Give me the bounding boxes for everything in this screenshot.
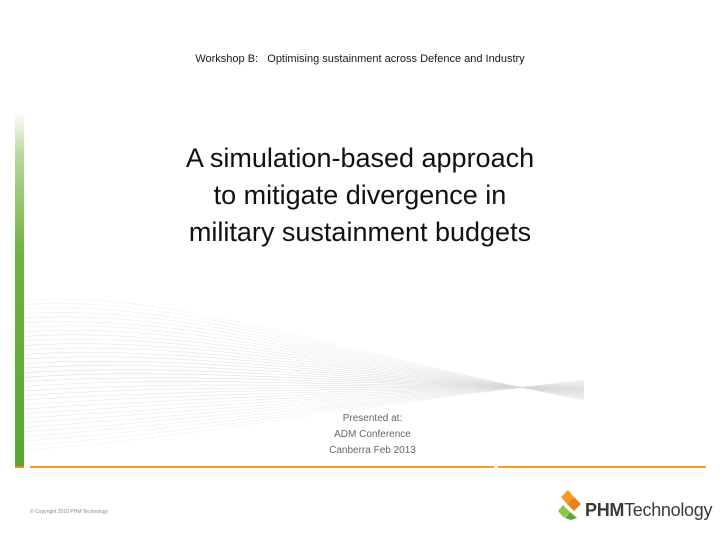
logo-wordmark-bold: PHM — [585, 500, 625, 520]
leaf-logo-icon — [558, 490, 581, 520]
location-date: Canberra Feb 2013 — [329, 445, 416, 456]
logo-wordmark: PHMTechnology — [585, 500, 712, 521]
orange-rule-right — [498, 466, 706, 468]
orange-rule-middle — [30, 466, 494, 468]
copyright-notice: © Copyright 2010 PHM Technology — [30, 509, 109, 515]
slide: Workshop B: Optimising sustainment acros… — [0, 0, 720, 540]
conference-name: ADM Conference — [334, 429, 411, 440]
title-line-1: A simulation-based approach — [185, 143, 535, 173]
title-line-2: to mitigate divergence in — [213, 180, 507, 210]
phm-technology-logo: PHMTechnology — [558, 484, 712, 524]
logo-wordmark-regular: Technology — [624, 500, 713, 520]
slide-title: A simulation-based approach to mitigate … — [110, 140, 610, 251]
title-line-3: military sustainment budgets — [188, 217, 532, 247]
orange-rule-left — [15, 466, 24, 468]
presented-at-label: Presented at: — [342, 413, 403, 424]
presented-block: Presented at: ADM Conference Canberra Fe… — [0, 411, 720, 459]
workshop-header: Workshop B: Optimising sustainment acros… — [195, 53, 525, 65]
